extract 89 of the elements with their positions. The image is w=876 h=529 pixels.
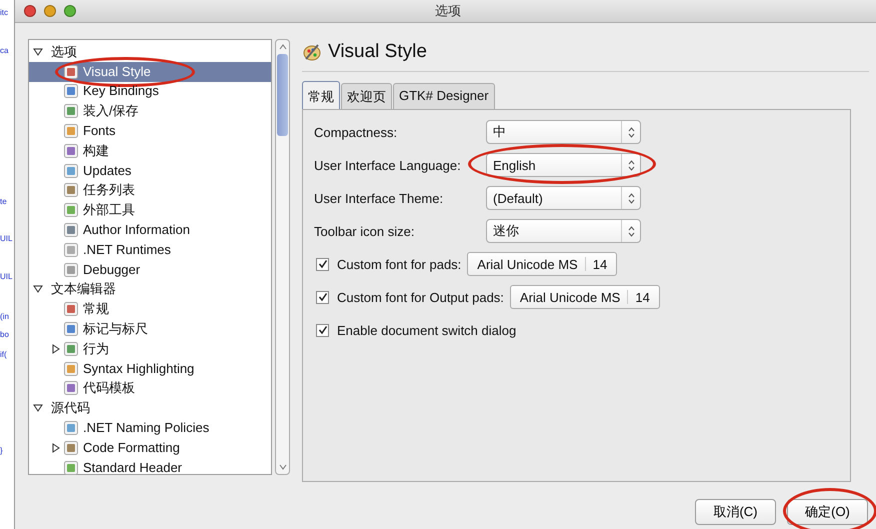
font-button[interactable]: Arial Unicode MS 14	[467, 252, 618, 276]
updown-arrows-icon	[628, 160, 634, 170]
updown-arrows-icon	[628, 226, 634, 236]
code-text: itc	[0, 8, 8, 17]
tree-item[interactable]: 代码模板	[29, 378, 271, 398]
code-text: (in	[0, 312, 9, 321]
dropdown[interactable]: (Default)	[486, 186, 641, 210]
palette-icon	[302, 42, 322, 62]
tree-item[interactable]: 任务列表	[29, 180, 271, 200]
collapse-arrow-icon[interactable]	[33, 403, 43, 414]
setting-label: Toolbar icon size:	[314, 224, 416, 238]
tree-item[interactable]: .NET Runtimes	[29, 240, 271, 260]
tree-category[interactable]: 文本编辑器	[51, 281, 116, 298]
scroll-down-icon[interactable]	[278, 464, 286, 470]
item-icon	[63, 64, 79, 80]
tree-item[interactable]: Fonts	[29, 121, 271, 141]
updown-arrows-icon	[628, 126, 634, 138]
item-icon	[63, 123, 79, 140]
setting-label: User Interface Theme:	[314, 190, 444, 206]
dialog-button[interactable]: 取消(C)	[695, 499, 776, 525]
tree-item[interactable]: Author Information	[29, 220, 271, 240]
setting-label: User Interface Language:	[314, 158, 462, 172]
item-icon	[63, 420, 79, 436]
item-icon	[63, 301, 79, 318]
item-icon	[63, 103, 79, 120]
code-text: if(	[0, 350, 7, 359]
item-icon	[63, 242, 79, 258]
tree-item[interactable]: Key Bindings	[29, 82, 271, 102]
item-icon	[63, 262, 79, 278]
code-text: UIL	[0, 234, 12, 243]
updown-arrows-icon	[628, 192, 634, 204]
scrollbar[interactable]	[275, 39, 290, 475]
tree-category[interactable]: 源代码	[51, 400, 90, 416]
checkbox-label: Custom font for Output pads:	[337, 290, 504, 304]
page-title: Visual Style	[328, 41, 427, 63]
expand-arrow-icon[interactable]	[51, 344, 61, 354]
item-icon	[63, 440, 79, 456]
tree-item[interactable]: 外部工具	[29, 200, 271, 220]
code-text: bo	[0, 330, 9, 339]
dropdown[interactable]: English	[486, 153, 641, 177]
tree-item[interactable]: 构建	[29, 140, 271, 161]
collapse-arrow-icon[interactable]	[33, 46, 43, 57]
item-icon	[63, 162, 79, 179]
tree-category[interactable]: 选项	[51, 44, 77, 60]
tree-item[interactable]: Visual Style	[29, 62, 271, 82]
tree-item[interactable]: Debugger	[29, 260, 271, 280]
setting-label: Compactness:	[314, 124, 398, 140]
code-text: ca	[0, 46, 8, 55]
tree-item[interactable]: Code Formatting	[29, 438, 271, 458]
dropdown[interactable]: 中	[486, 120, 641, 144]
tab[interactable]: GTK# Designer	[393, 83, 495, 109]
font-button[interactable]: Arial Unicode MS 14	[510, 285, 660, 309]
item-icon	[63, 340, 79, 357]
collapse-arrow-icon[interactable]	[33, 284, 43, 294]
checkbox[interactable]	[316, 324, 329, 336]
item-icon	[63, 222, 79, 238]
expand-arrow-icon[interactable]	[51, 442, 61, 453]
tree-item[interactable]: 行为	[29, 338, 271, 359]
item-icon	[63, 142, 79, 159]
window-title: 选项	[435, 3, 461, 18]
minimize-button[interactable]	[44, 5, 56, 17]
code-text: te	[0, 197, 7, 206]
close-button[interactable]	[24, 5, 36, 17]
tree-item[interactable]: Standard Header	[29, 458, 271, 478]
item-icon	[63, 360, 79, 377]
checkbox-label: Enable document switch dialog	[337, 322, 516, 338]
dialog-button[interactable]: 确定(O)	[787, 499, 868, 525]
tab[interactable]: 常规	[302, 81, 340, 109]
scroll-thumb[interactable]	[277, 54, 288, 136]
item-icon	[63, 83, 79, 100]
tree-item[interactable]: 标记与标尺	[29, 319, 271, 339]
tree-item[interactable]: 装入/保存	[29, 101, 271, 122]
code-text: }	[0, 446, 3, 455]
code-text: UIL	[0, 272, 12, 281]
scroll-up-icon[interactable]	[278, 44, 286, 50]
item-icon	[63, 182, 79, 198]
zoom-button[interactable]	[64, 5, 76, 17]
item-icon	[63, 380, 79, 396]
checkbox[interactable]	[316, 258, 329, 270]
tree-item[interactable]: .NET Naming Policies	[29, 418, 271, 438]
tab[interactable]: 欢迎页	[341, 83, 392, 109]
dropdown[interactable]: 迷你	[486, 219, 641, 243]
checkbox[interactable]	[316, 290, 329, 304]
tree-item[interactable]: 常规	[29, 299, 271, 320]
tree-item[interactable]: Syntax Highlighting	[29, 358, 271, 379]
item-icon	[63, 321, 79, 338]
tree-item[interactable]: Updates	[29, 160, 271, 181]
checkbox-label: Custom font for pads:	[337, 256, 462, 272]
item-icon	[63, 202, 79, 218]
